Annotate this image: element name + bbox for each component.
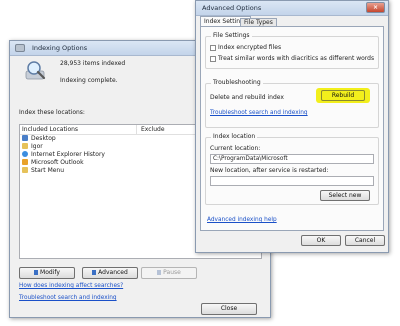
user-folder-icon bbox=[22, 143, 28, 149]
list-item[interactable]: Igor bbox=[22, 143, 43, 151]
indexing-options-icon bbox=[15, 44, 25, 52]
list-item[interactable]: Microsoft Outlook bbox=[22, 159, 84, 167]
indexing-status: Indexing complete. bbox=[60, 77, 118, 84]
items-indexed-count: 28,953 items indexed bbox=[60, 60, 126, 67]
advanced-options-dialog: Advanced Options × Index Settings File T… bbox=[195, 0, 389, 253]
magnifier-icon bbox=[25, 61, 46, 80]
list-item[interactable]: Start Menu bbox=[22, 167, 64, 175]
advanced-button[interactable]: Advanced bbox=[82, 267, 138, 279]
encrypted-files-label[interactable]: Index encrypted files bbox=[218, 44, 281, 51]
encrypted-files-checkbox[interactable] bbox=[210, 45, 216, 51]
current-location-label: Current location: bbox=[210, 145, 261, 152]
how-indexing-affects-link[interactable]: How does indexing affect searches? bbox=[19, 283, 123, 289]
troubleshoot-indexing-link[interactable]: Troubleshoot search and indexing bbox=[210, 110, 308, 116]
index-settings-panel: File Settings Index encrypted files Trea… bbox=[200, 26, 384, 231]
modify-button[interactable]: Modify bbox=[19, 267, 75, 279]
pause-button[interactable]: Pause bbox=[141, 267, 197, 279]
advanced-titlebar: Advanced Options × bbox=[196, 1, 388, 16]
shield-icon bbox=[34, 270, 39, 275]
file-settings-group: File Settings Index encrypted files Trea… bbox=[205, 32, 379, 69]
delete-rebuild-label: Delete and rebuild index bbox=[210, 94, 284, 101]
shield-icon bbox=[92, 270, 97, 275]
desktop-icon bbox=[22, 135, 28, 141]
new-location-field[interactable] bbox=[210, 176, 374, 186]
current-location-field[interactable]: C:\ProgramData\Microsoft bbox=[210, 154, 374, 164]
start-menu-folder-icon bbox=[22, 167, 28, 173]
file-settings-heading: File Settings bbox=[211, 32, 252, 39]
cancel-button[interactable]: Cancel bbox=[345, 235, 385, 246]
list-item[interactable]: Internet Explorer History bbox=[22, 151, 105, 159]
diacritics-label[interactable]: Treat similar words with diacritics as d… bbox=[218, 55, 374, 62]
troubleshooting-heading: Troubleshooting bbox=[211, 79, 263, 86]
troubleshoot-link[interactable]: Troubleshoot search and indexing bbox=[19, 295, 117, 301]
internet-explorer-icon bbox=[22, 151, 28, 157]
index-location-group: Index location Current location: C:\Prog… bbox=[205, 133, 379, 205]
advanced-indexing-help-link[interactable]: Advanced indexing help bbox=[207, 217, 277, 223]
column-exclude[interactable]: Exclude bbox=[141, 126, 165, 133]
troubleshooting-group: Troubleshooting Delete and rebuild index… bbox=[205, 79, 379, 128]
shield-icon bbox=[157, 270, 162, 275]
advanced-window-title: Advanced Options bbox=[202, 4, 262, 12]
close-button[interactable]: Close bbox=[201, 303, 257, 315]
index-these-locations-label: Index these locations: bbox=[19, 109, 85, 116]
column-divider bbox=[136, 125, 137, 134]
indexing-window-title: Indexing Options bbox=[32, 44, 88, 52]
list-item[interactable]: Desktop bbox=[22, 135, 56, 143]
column-included-locations[interactable]: Included Locations bbox=[22, 126, 78, 133]
index-location-heading: Index location bbox=[211, 133, 258, 140]
select-new-button[interactable]: Select new bbox=[320, 190, 370, 201]
outlook-icon bbox=[22, 159, 28, 165]
close-icon[interactable]: × bbox=[366, 2, 385, 13]
new-location-label: New location, after service is restarted… bbox=[210, 167, 329, 174]
diacritics-checkbox[interactable] bbox=[210, 56, 216, 62]
rebuild-button[interactable]: Rebuild bbox=[321, 90, 365, 101]
ok-button[interactable]: OK bbox=[301, 235, 341, 246]
